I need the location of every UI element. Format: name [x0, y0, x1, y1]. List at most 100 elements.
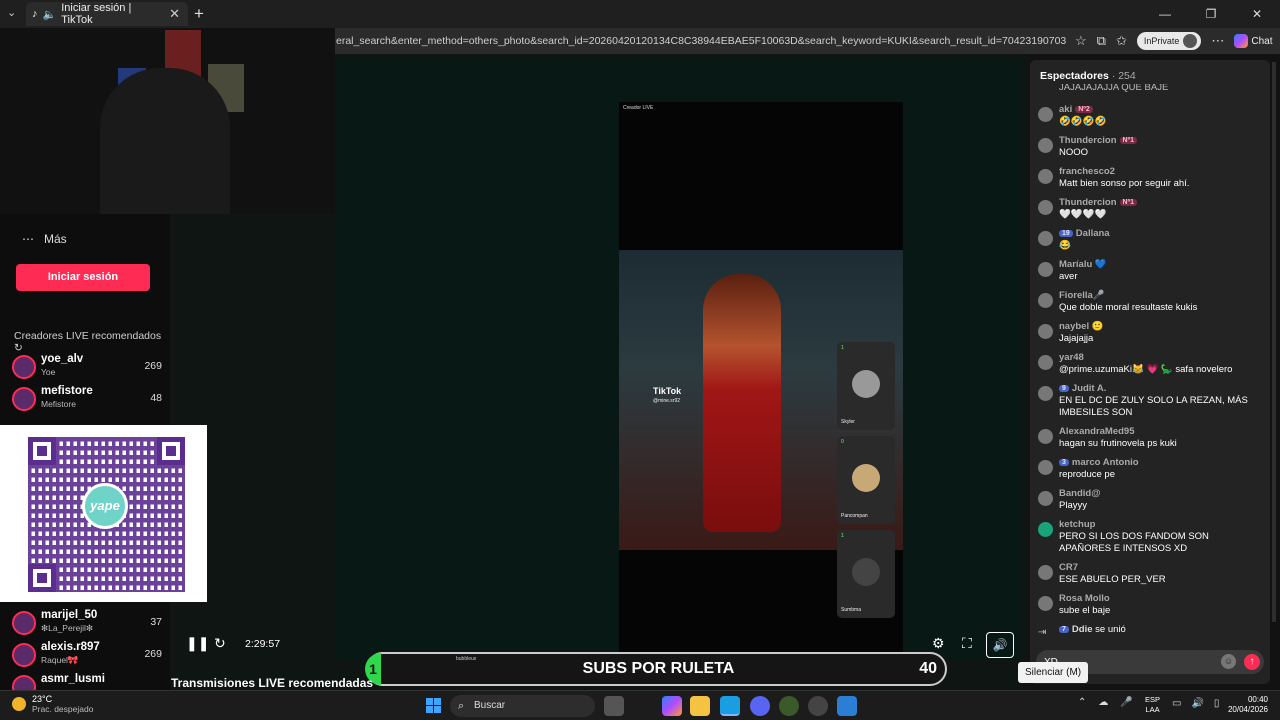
message-text: Que doble moral resultaste kukis	[1059, 302, 1198, 313]
taskbar-search[interactable]: ⌕ Buscar	[450, 695, 595, 717]
message-user[interactable]: yar48	[1059, 352, 1084, 363]
discord-icon[interactable]	[750, 696, 770, 716]
message-text: sube el baje	[1059, 605, 1111, 616]
message-user[interactable]: aki Nº2	[1059, 104, 1093, 115]
qr-finder	[28, 564, 56, 592]
username: Thundercion	[1059, 135, 1117, 146]
message-user[interactable]: Thundercion Nº1	[1059, 135, 1138, 146]
fullscreen-icon[interactable]: ⛶	[962, 635, 972, 652]
avatar	[12, 355, 36, 379]
username: AlexandraMed95	[1059, 426, 1135, 437]
tab-actions-icon[interactable]: ⌄	[7, 6, 16, 19]
join-user[interactable]: 7 Ddie se unió	[1059, 624, 1126, 634]
url-field[interactable]: eral_search&enter_method=others_photo&se…	[336, 35, 1066, 47]
browser-tabbar: ⌄ ♪ 🔈 Iniciar sesión | TikTok ✕ + — ❐ ✕	[0, 0, 1280, 28]
username: Ddie	[1071, 624, 1093, 634]
avatar	[1038, 262, 1053, 277]
volume-icon: 🔊	[1191, 698, 1204, 709]
message-user[interactable]: 9 Judit A.	[1059, 383, 1106, 394]
clock[interactable]: 00:40 20/04/2026	[1222, 695, 1268, 715]
guest-tile[interactable]: 1 Sumbma	[837, 530, 895, 618]
message-user[interactable]: Fiorella🎤	[1059, 290, 1105, 301]
guest-avatar	[852, 464, 880, 492]
message-user[interactable]: 3 marco Antonio	[1059, 457, 1139, 468]
tab-title: Iniciar sesión | TikTok	[61, 2, 132, 26]
extensions-icon[interactable]: ⧉	[1097, 33, 1106, 49]
pause-icon[interactable]: ❚❚	[186, 635, 209, 652]
close-tab-icon[interactable]: ✕	[169, 6, 180, 22]
live-video[interactable]: Creador LIVE TikTok @mine.sr92 1 Skyler …	[619, 102, 903, 654]
message-user[interactable]: franchesco2	[1059, 166, 1115, 177]
inprivate-label: InPrivate	[1143, 36, 1180, 46]
weather-widget[interactable]: 23°C Prac. despejado	[12, 694, 93, 714]
edge-icon[interactable]	[720, 696, 740, 716]
settings-icon[interactable]: ⚙	[932, 635, 945, 652]
subs-roulette-bar: 1 bubbleus SUBS POR RULETA 40	[365, 652, 947, 686]
speaker-icon[interactable]: 🔈	[43, 8, 57, 21]
app-icon[interactable]	[779, 696, 799, 716]
page-scrollbar[interactable]	[1272, 62, 1276, 622]
login-button[interactable]: Iniciar sesión	[16, 264, 150, 291]
message-user[interactable]: 19 Dallana	[1059, 228, 1110, 239]
minimize-icon[interactable]: —	[1142, 0, 1188, 28]
username: Rosa Mollo	[1059, 593, 1110, 604]
copilot-chat-button[interactable]: Chat	[1234, 34, 1273, 48]
guest-tile[interactable]: 0 Pancompan	[837, 436, 895, 524]
rank-badge: Nº2	[1075, 106, 1093, 113]
creator-item[interactable]: marijel_50 ❇La_Perejil❇ 37	[12, 608, 162, 636]
close-window-icon[interactable]: ✕	[1234, 0, 1280, 28]
file-explorer-icon[interactable]	[690, 696, 710, 716]
creator-item[interactable]: mefistore Mefistore 48	[12, 384, 162, 412]
creator-item[interactable]: asmr_lusmi	[12, 672, 162, 690]
message-user[interactable]: Rosa Mollo	[1059, 593, 1110, 604]
creator-item[interactable]: yoe_alv Yoe 269	[12, 352, 162, 380]
avatar	[1038, 565, 1053, 580]
chat-messages[interactable]: JAJAJAJAJJA QUE BAJE aki Nº2 🤣🤣🤣🤣 Thunderc…	[1030, 84, 1270, 634]
guest-tile[interactable]: 1 Skyler	[837, 342, 895, 430]
refresh-icon[interactable]: ↻	[214, 635, 226, 652]
message-user[interactable]: Thundercion Nº1	[1059, 197, 1138, 208]
inprivate-badge[interactable]: InPrivate	[1136, 32, 1202, 50]
new-tab-icon[interactable]: +	[194, 4, 204, 24]
restore-icon[interactable]: ❐	[1188, 0, 1234, 28]
level-badge: 19	[1059, 230, 1073, 237]
weather-status: Prac. despejado	[32, 704, 94, 714]
live-player[interactable]: Creador LIVE TikTok @mine.sr92 1 Skyler …	[335, 60, 1022, 660]
avatar	[1038, 138, 1053, 153]
task-view-icon[interactable]	[604, 696, 624, 716]
message-text: Matt bien sonso por seguir ahí.	[1059, 178, 1190, 189]
recommended-lives-heading: Transmisiones LIVE recomendadas	[171, 676, 374, 690]
viewer-count: 48	[150, 392, 162, 404]
message-user[interactable]: CR7	[1059, 562, 1078, 573]
creator-item[interactable]: alexis.r897 Raquel🎀 269	[12, 640, 162, 668]
window-controls: — ❐ ✕	[1142, 0, 1280, 28]
message-user[interactable]: ketchup	[1059, 519, 1095, 530]
onedrive-icon[interactable]: ☁	[1098, 697, 1108, 708]
start-icon[interactable]	[426, 698, 441, 713]
message-user[interactable]: Maríalu 💙	[1059, 259, 1107, 270]
avatar	[1038, 324, 1053, 339]
battery-icon: ▯	[1213, 698, 1220, 709]
message-user[interactable]: Bandid@	[1059, 488, 1100, 499]
emoji-icon[interactable]: ☺	[1221, 654, 1236, 669]
yape-logo: yape	[82, 483, 128, 529]
app-icon[interactable]	[837, 696, 857, 716]
microphone-icon[interactable]: 🎤	[1120, 697, 1132, 708]
tray-expand-icon[interactable]: ⌃	[1078, 697, 1086, 708]
browser-tab[interactable]: ♪ 🔈 Iniciar sesión | TikTok ✕	[26, 2, 188, 26]
status-icons[interactable]: ▭ 🔊 ▯	[1172, 698, 1219, 709]
more-menu-item[interactable]: ⋯ Más	[22, 232, 67, 246]
mute-button[interactable]: 🔊	[986, 632, 1014, 658]
message-user[interactable]: AlexandraMed95	[1059, 426, 1135, 437]
message-user[interactable]: naybel 🙂	[1059, 321, 1104, 332]
favorite-star-icon[interactable]: ☆	[1075, 33, 1087, 49]
creator-nickname: Mefistore	[41, 399, 76, 409]
guest-name: Pancompan	[841, 513, 868, 519]
send-icon[interactable]: ↑	[1244, 654, 1260, 670]
copilot-app-icon[interactable]	[662, 696, 682, 716]
obs-icon[interactable]	[808, 696, 828, 716]
language-indicator[interactable]: ESP LAA	[1145, 695, 1160, 715]
level-badge: 3	[1059, 459, 1069, 466]
favorites-icon[interactable]: ✩	[1116, 33, 1127, 49]
more-icon[interactable]: ⋯	[1211, 33, 1224, 49]
